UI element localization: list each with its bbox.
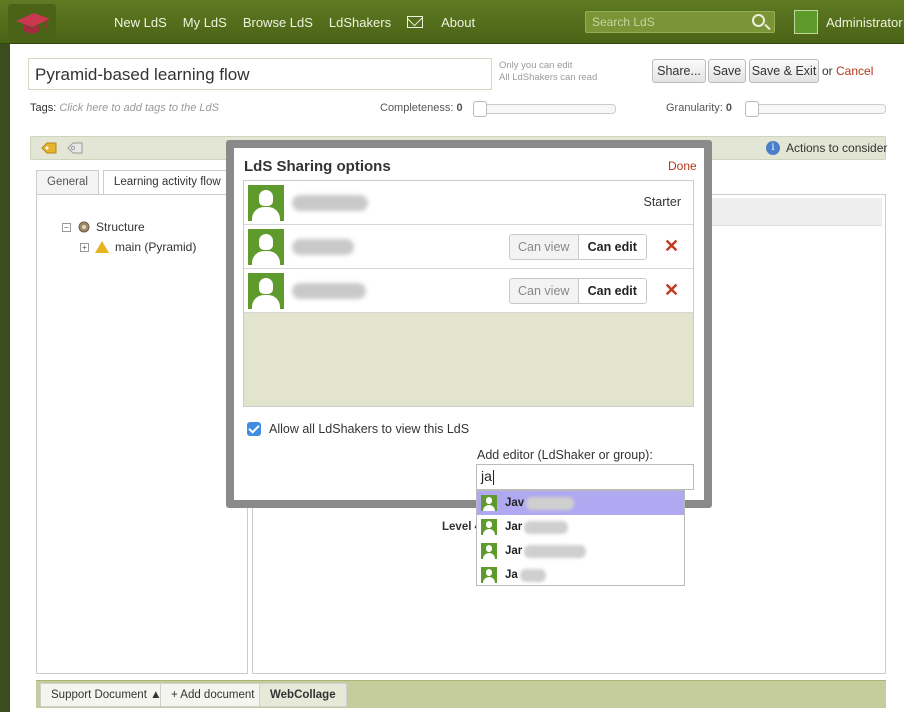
starter-label: Starter — [643, 195, 681, 209]
user-avatar-icon — [481, 543, 497, 559]
suggestion-dropdown: Jav Jar Jar Ja — [476, 490, 685, 586]
tree-label-main: main (Pyramid) — [115, 240, 197, 254]
tree-item-structure[interactable]: − Structure — [62, 220, 145, 234]
can-edit-option[interactable]: Can edit — [577, 279, 646, 303]
remove-user-icon[interactable]: ✕ — [664, 236, 679, 256]
redacted-user-name — [292, 283, 366, 299]
redacted-text — [524, 520, 569, 534]
add-editor-label: Add editor (LdShaker or group): — [477, 448, 653, 462]
granularity-slider-thumb[interactable] — [745, 101, 759, 117]
tab-learning-activity-flow[interactable]: Learning activity flow — [102, 170, 232, 194]
redacted-user-name — [292, 195, 368, 211]
completeness-slider-thumb[interactable] — [473, 101, 487, 117]
tag-remove-icon[interactable] — [67, 141, 83, 155]
allow-all-view-row[interactable]: Allow all LdShakers to view this LdS — [247, 422, 469, 436]
actions-label: Actions to consider — [786, 141, 888, 155]
main-nav: New LdS My LdS Browse LdS LdShakers Abou… — [114, 0, 491, 44]
redacted-text — [526, 496, 575, 510]
redacted-text — [519, 568, 546, 582]
tag-add-icon[interactable] — [41, 141, 57, 155]
suggestion-item[interactable]: Jar — [477, 539, 684, 563]
expand-icon[interactable]: + — [80, 242, 89, 252]
cancel-link[interactable]: Cancel — [836, 64, 873, 78]
user-avatar-icon — [248, 229, 284, 265]
save-button[interactable]: Save — [708, 59, 746, 83]
can-view-option[interactable]: Can view — [510, 279, 578, 303]
suggestion-name: Jar — [505, 545, 523, 557]
structure-icon — [78, 221, 90, 233]
pyramid-icon — [95, 241, 109, 253]
suggestion-name: Jar — [505, 521, 523, 533]
perm-read-text: All LdShakers can read — [499, 72, 598, 83]
completeness-slider[interactable] — [473, 101, 616, 117]
user-avatar-icon — [248, 273, 284, 309]
webcollage-tab[interactable]: WebCollage — [259, 683, 347, 707]
remove-user-icon[interactable]: ✕ — [664, 280, 679, 300]
nav-new-lds[interactable]: New LdS — [114, 15, 167, 30]
permission-toggle: Can view Can edit — [509, 278, 647, 304]
user-avatar-icon[interactable] — [794, 10, 818, 34]
user-avatar-icon — [248, 185, 284, 221]
share-list: Starter Can view Can edit ✕ Can view Can… — [243, 180, 694, 407]
permission-info: Only you can edit All LdShakers can read — [499, 60, 597, 84]
perm-edit-text: Only you can edit — [499, 60, 573, 71]
redacted-text — [524, 544, 587, 558]
nav-ldshakers[interactable]: LdShakers — [329, 15, 391, 30]
share-row-starter: Starter — [244, 181, 693, 225]
completeness-value: 0 — [456, 102, 463, 114]
granularity-value: 0 — [725, 102, 733, 114]
suggestion-item[interactable]: Jav — [477, 491, 684, 515]
nav-browse-lds[interactable]: Browse LdS — [243, 15, 313, 30]
add-document-button[interactable]: + Add document — [160, 683, 266, 707]
search-input[interactable]: Search LdS — [585, 11, 775, 33]
nav-about[interactable]: About — [441, 15, 475, 30]
share-row-editor-1: Can view Can edit ✕ — [244, 225, 693, 269]
mail-icon[interactable] — [407, 16, 424, 28]
actions-to-consider[interactable]: i Actions to consider — [766, 141, 887, 155]
user-avatar-icon — [481, 519, 497, 535]
share-button[interactable]: Share... — [652, 59, 706, 83]
structure-tree-panel — [36, 194, 248, 674]
redacted-user-name — [292, 239, 354, 255]
user-name-link[interactable]: Administrator — [826, 15, 903, 30]
tags-row[interactable]: Tags: Click here to add tags to the LdS — [30, 102, 219, 114]
text-caret — [492, 469, 494, 485]
tree-label-structure: Structure — [96, 220, 145, 234]
suggestion-name: Jav — [505, 497, 525, 509]
logo-icon[interactable] — [8, 4, 56, 40]
collapse-icon[interactable]: − — [62, 222, 71, 232]
lds-title-field[interactable]: Pyramid-based learning flow — [28, 58, 492, 90]
tags-label: Tags: — [30, 102, 57, 114]
granularity-label: Granularity: 0 — [666, 102, 733, 114]
search-icon[interactable] — [752, 14, 765, 27]
allow-view-label: Allow all LdShakers to view this LdS — [269, 422, 470, 436]
user-avatar-icon — [481, 567, 497, 583]
save-exit-button[interactable]: Save & Exit — [749, 59, 819, 83]
left-edge-strip — [0, 0, 10, 712]
completeness-label: Completeness: 0 — [380, 102, 463, 114]
top-navigation-bar: New LdS My LdS Browse LdS LdShakers Abou… — [0, 0, 904, 44]
granularity-slider[interactable] — [745, 101, 886, 117]
suggestion-name: Ja — [505, 569, 518, 581]
suggestion-item[interactable]: Jar — [477, 515, 684, 539]
add-editor-input[interactable]: ja — [476, 464, 694, 490]
permission-toggle: Can view Can edit — [509, 234, 647, 260]
share-row-editor-2: Can view Can edit ✕ — [244, 269, 693, 313]
or-text: or — [822, 64, 833, 78]
tree-item-main[interactable]: + main (Pyramid) — [80, 240, 196, 254]
dialog-title: LdS Sharing options — [244, 158, 391, 175]
done-link[interactable]: Done — [668, 159, 697, 173]
support-document-tab[interactable]: Support Document ▲ — [40, 683, 173, 707]
allow-view-checkbox[interactable] — [247, 422, 261, 436]
or-cancel: or Cancel — [822, 64, 873, 78]
tab-general[interactable]: General — [36, 170, 99, 194]
tags-hint[interactable]: Click here to add tags to the LdS — [59, 102, 219, 114]
info-icon: i — [766, 141, 780, 155]
can-edit-option[interactable]: Can edit — [577, 235, 646, 259]
user-avatar-icon — [481, 495, 497, 511]
can-view-option[interactable]: Can view — [510, 235, 578, 259]
add-editor-value: ja — [481, 468, 492, 484]
nav-my-lds[interactable]: My LdS — [183, 15, 227, 30]
suggestion-item[interactable]: Ja — [477, 563, 684, 587]
